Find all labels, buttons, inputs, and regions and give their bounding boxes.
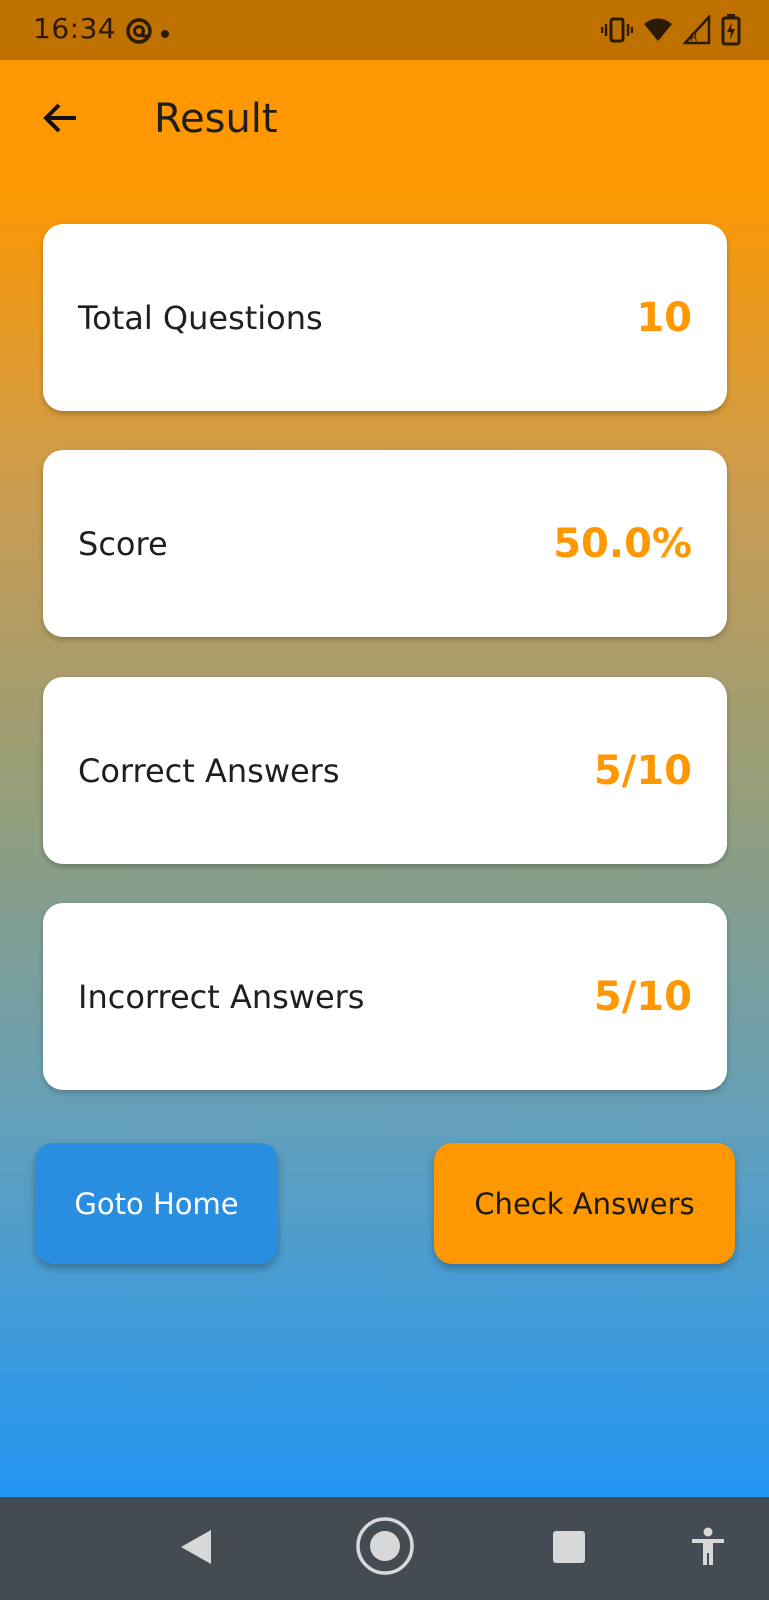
- wifi-icon: [643, 17, 673, 47]
- nav-back-button[interactable]: [168, 1521, 224, 1577]
- incorrect-answers-card: Incorrect Answers 5/10: [43, 903, 727, 1090]
- nav-home-button[interactable]: [355, 1516, 415, 1580]
- status-time: 16:34: [33, 12, 117, 45]
- goto-home-button[interactable]: Goto Home: [35, 1143, 278, 1264]
- correct-answers-label: Correct Answers: [78, 751, 340, 790]
- nav-accessibility-button[interactable]: [680, 1521, 736, 1577]
- sync-at-icon: [124, 16, 154, 50]
- status-bar: 16:34 R: [0, 0, 769, 60]
- signal-roaming-icon: R: [682, 13, 711, 49]
- score-label: Score: [78, 524, 168, 563]
- app-bar: Result: [0, 60, 769, 180]
- recents-square-icon: [551, 1529, 587, 1569]
- correct-answers-value: 5/10: [593, 747, 692, 794]
- result-screen: 16:34 R Result Total Questions 10 Score …: [0, 0, 769, 1600]
- vibrate-icon: [600, 16, 634, 48]
- total-questions-label: Total Questions: [78, 298, 323, 337]
- check-answers-button[interactable]: Check Answers: [434, 1143, 735, 1264]
- status-left-icons: [124, 16, 170, 50]
- score-card: Score 50.0%: [43, 450, 727, 637]
- status-right-icons: R: [600, 13, 741, 50]
- svg-text:R: R: [690, 31, 698, 44]
- incorrect-answers-value: 5/10: [593, 973, 692, 1020]
- notification-dot-icon: [160, 24, 170, 43]
- accessibility-icon: [690, 1527, 726, 1571]
- page-title: Result: [154, 96, 278, 142]
- system-nav-bar: [0, 1497, 769, 1600]
- correct-answers-card: Correct Answers 5/10: [43, 677, 727, 864]
- back-button[interactable]: [34, 94, 86, 146]
- score-value: 50.0%: [553, 520, 692, 567]
- home-circle-icon: [355, 1516, 415, 1580]
- arrow-left-icon: [40, 98, 80, 142]
- nav-recents-button[interactable]: [541, 1521, 597, 1577]
- back-triangle-icon: [178, 1527, 214, 1571]
- total-questions-card: Total Questions 10: [43, 224, 727, 411]
- battery-charging-icon: [721, 14, 741, 50]
- incorrect-answers-label: Incorrect Answers: [78, 977, 365, 1016]
- total-questions-value: 10: [636, 294, 692, 341]
